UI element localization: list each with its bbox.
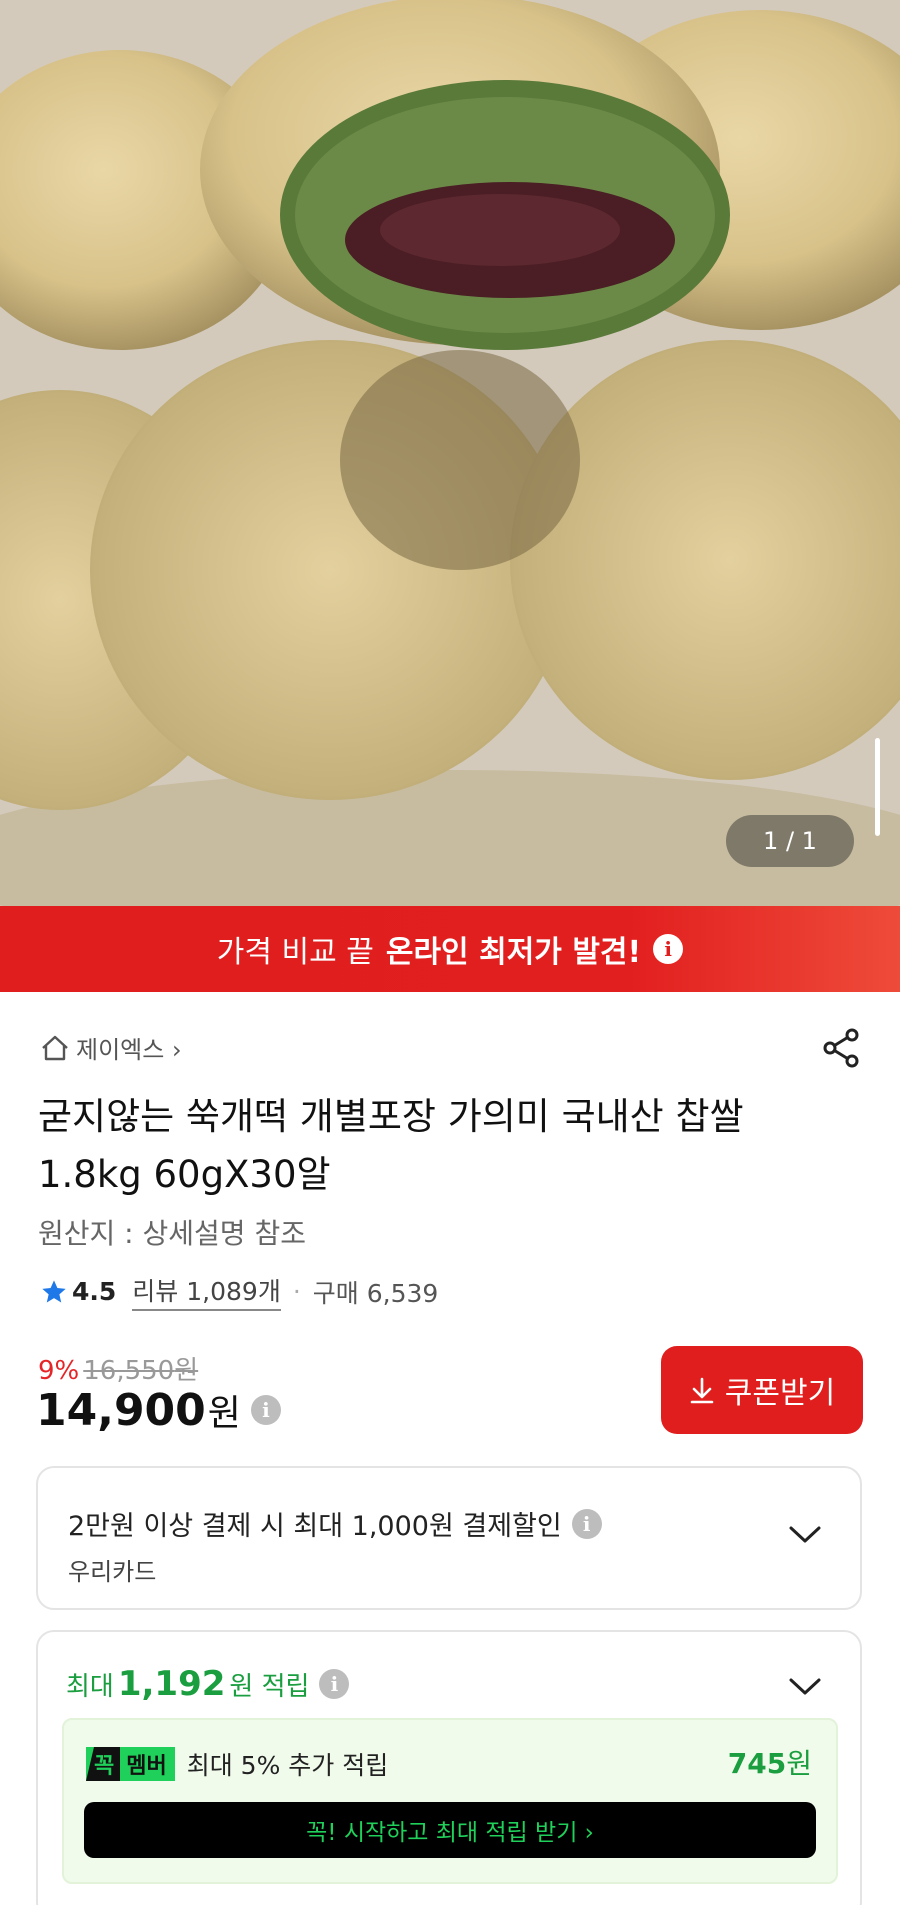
payment-discount-card[interactable]: 2만원 이상 결제 시 최대 1,000원 결제할인 i 우리카드	[36, 1466, 862, 1610]
banner-highlight: 온라인 최저가 발견!	[385, 935, 642, 970]
store-home-icon	[42, 1035, 68, 1060]
price-info-icon[interactable]: i	[250, 1395, 281, 1425]
gallery-scrollbar[interactable]	[875, 738, 880, 836]
member-badge: 꼭 멤버	[86, 1747, 175, 1781]
chevron-down-icon[interactable]	[788, 1524, 822, 1546]
coupon-button-label: 쿠폰받기	[724, 1376, 836, 1411]
chevron-down-icon[interactable]	[788, 1676, 822, 1698]
discount-row: 9% 16,550원	[38, 1350, 198, 1387]
product-image[interactable]: 1 / 1	[0, 0, 900, 906]
current-price: 14,900	[36, 1384, 206, 1436]
payment-discount-title-row: 2만원 이상 결제 시 최대 1,000원 결제할인 i	[68, 1504, 602, 1543]
download-icon	[690, 1377, 714, 1404]
price-row: 14,900 원 i	[36, 1384, 281, 1436]
separator-dot: ·	[292, 1277, 301, 1306]
member-badge-m: 멤버	[126, 1754, 167, 1779]
banner-text: 가격 비교 끝	[216, 935, 374, 970]
product-origin: 원산지 : 상세설명 참조	[38, 1217, 306, 1250]
member-benefit-amount: 745원	[727, 1747, 812, 1780]
info-icon[interactable]: i	[653, 934, 684, 964]
purchase-count: 구매 6,539	[312, 1278, 439, 1308]
points-suffix: 원 적립	[229, 1671, 310, 1702]
points-title-row: 최대 1,192 원 적립 i	[66, 1664, 350, 1704]
discount-percent: 9%	[38, 1356, 80, 1386]
member-start-button[interactable]: 꼭! 시작하고 최대 적립 받기 ›	[84, 1802, 816, 1858]
points-info-icon[interactable]: i	[319, 1669, 350, 1699]
rating-score: 4.5	[72, 1277, 117, 1306]
member-benefit-text: 최대 5% 추가 적립	[186, 1751, 389, 1780]
member-benefit-box: 꼭 멤버 최대 5% 추가 적립 745원 꼭! 시작하고 최대 적립 받기 ›	[62, 1718, 838, 1884]
share-icon[interactable]	[820, 1026, 864, 1070]
original-price: 16,550원	[83, 1356, 199, 1386]
star-icon	[42, 1279, 66, 1302]
seller-link[interactable]: 제이엑스 ›	[40, 1030, 182, 1065]
member-benefit-row: 꼭 멤버 최대 5% 추가 적립	[86, 1746, 388, 1782]
image-counter: 1 / 1	[726, 815, 854, 867]
payment-discount-title: 2만원 이상 결제 시 최대 1,000원 결제할인	[68, 1511, 562, 1542]
product-title: 굳지않는 쑥개떡 개별포장 가의미 국내산 찹쌀 1.8kg 60gX30알	[38, 1095, 744, 1196]
member-badge-k: 꼭	[86, 1747, 121, 1781]
price-unit: 원	[207, 1393, 241, 1434]
points-amount: 1,192	[117, 1664, 226, 1704]
rice-cake-illustration	[0, 0, 900, 906]
review-link[interactable]: 리뷰 1,089개	[132, 1272, 281, 1311]
get-coupon-button[interactable]: 쿠폰받기	[661, 1346, 863, 1434]
points-prefix: 최대	[66, 1671, 114, 1702]
points-card[interactable]: 최대 1,192 원 적립 i 꼭 멤버 최대 5% 추가 적립 745원 꼭!…	[36, 1630, 862, 1905]
card-company: 우리카드	[68, 1558, 157, 1586]
rating-row: 4.5 리뷰 1,089개 · 구매 6,539	[40, 1272, 438, 1311]
seller-name: 제이엑스 ›	[76, 1036, 182, 1064]
lowest-price-banner[interactable]: 가격 비교 끝 온라인 최저가 발견! i	[0, 906, 900, 992]
payment-info-icon[interactable]: i	[571, 1508, 602, 1539]
